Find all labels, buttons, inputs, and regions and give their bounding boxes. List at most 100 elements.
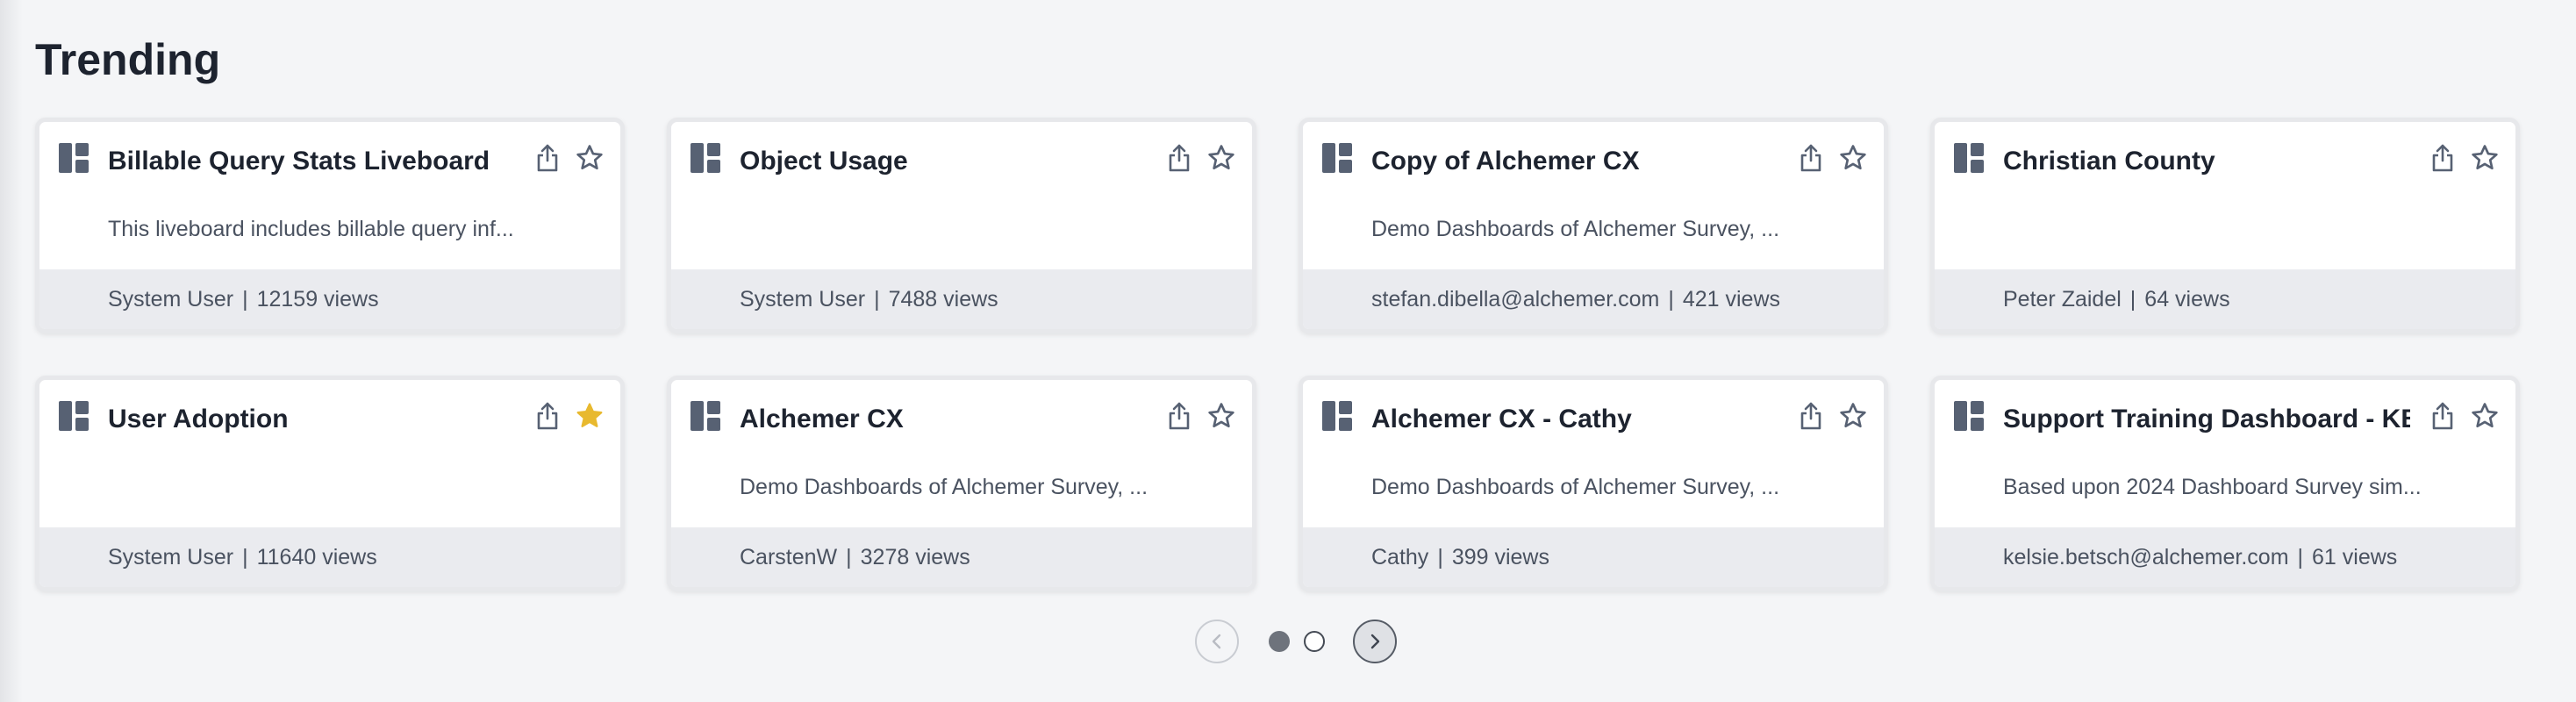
card-author: Cathy <box>1371 544 1429 569</box>
share-button[interactable] <box>2428 141 2458 175</box>
page-dot-1[interactable] <box>1269 631 1290 652</box>
card-title[interactable]: Christian County <box>2003 145 2410 178</box>
separator: | <box>2129 286 2136 312</box>
card-description: Demo Dashboards of Alchemer Survey, ... <box>740 475 1148 499</box>
favorite-button[interactable] <box>1206 141 1236 175</box>
card-views: 3278 views <box>860 544 970 569</box>
card-body: User Adoption <box>39 380 620 527</box>
liveboard-card-7[interactable]: Alchemer CX - Cathy Demo Dashboards of A… <box>1299 376 1888 591</box>
liveboard-card-3[interactable]: Copy of Alchemer CX Demo Dashboards of A… <box>1299 118 1888 333</box>
card-body: Object Usage <box>671 122 1252 269</box>
card-title[interactable]: Billable Query Stats Liveboard <box>108 145 515 178</box>
star-icon <box>576 403 603 427</box>
card-description: This liveboard includes billable query i… <box>108 217 514 241</box>
share-icon <box>1169 144 1190 172</box>
liveboard-card-4[interactable]: Christian County Peter Zaidel | 64 views <box>1930 118 2520 333</box>
card-body: Alchemer CX Demo Dashboards of Alchemer … <box>671 380 1252 527</box>
share-button[interactable] <box>2428 399 2458 433</box>
card-grid: Billable Query Stats Liveboard This live… <box>35 118 2527 591</box>
card-title[interactable]: User Adoption <box>108 403 515 436</box>
next-page-button[interactable] <box>1353 620 1397 663</box>
favorite-button[interactable] <box>1838 399 1868 433</box>
card-title[interactable]: Alchemer CX <box>740 403 1147 436</box>
trending-section: Trending Billable Query Stats Liveboard <box>35 0 2527 702</box>
liveboard-icon <box>1954 401 1984 431</box>
liveboard-card-8[interactable]: Support Training Dashboard - KB Based up… <box>1930 376 2520 591</box>
card-actions <box>2428 399 2500 433</box>
section-title: Trending <box>35 35 221 84</box>
favorite-button[interactable] <box>575 141 605 175</box>
share-button[interactable] <box>1796 141 1826 175</box>
favorite-button[interactable] <box>575 399 605 433</box>
share-icon <box>2432 144 2453 172</box>
card-title[interactable]: Support Training Dashboard - KB <box>2003 403 2410 436</box>
chevron-left-icon <box>1212 634 1221 649</box>
card-title[interactable]: Alchemer CX - Cathy <box>1371 403 1778 436</box>
share-icon <box>1800 144 1821 172</box>
favorite-button[interactable] <box>1838 141 1868 175</box>
share-button[interactable] <box>1796 399 1826 433</box>
separator: | <box>846 544 852 569</box>
card-actions <box>533 399 605 433</box>
card-author: kelsie.betsch@alchemer.com <box>2003 544 2289 569</box>
liveboard-card-5[interactable]: User Adoption System User | 11640 views <box>35 376 625 591</box>
left-edge-shadow <box>0 0 23 702</box>
star-icon <box>2472 403 2498 428</box>
star-icon <box>1840 145 1866 170</box>
card-footer: kelsie.betsch@alchemer.com | 61 views <box>1935 527 2515 587</box>
share-button[interactable] <box>1164 399 1194 433</box>
card-body: Copy of Alchemer CX Demo Dashboards of A… <box>1303 122 1884 269</box>
card-body: Alchemer CX - Cathy Demo Dashboards of A… <box>1303 380 1884 527</box>
share-button[interactable] <box>1164 141 1194 175</box>
favorite-button[interactable] <box>2470 141 2500 175</box>
card-author: System User <box>108 544 234 569</box>
chevron-right-icon <box>1370 634 1380 649</box>
card-views: 11640 views <box>256 544 377 569</box>
card-description: Demo Dashboards of Alchemer Survey, ... <box>1371 217 1780 241</box>
card-title[interactable]: Copy of Alchemer CX <box>1371 145 1778 178</box>
card-body: Christian County <box>1935 122 2515 269</box>
page-dot-2[interactable] <box>1304 631 1325 652</box>
card-description: Demo Dashboards of Alchemer Survey, ... <box>1371 475 1780 499</box>
card-actions <box>1164 399 1236 433</box>
liveboard-icon <box>1322 401 1352 431</box>
liveboard-icon <box>691 401 720 431</box>
card-actions <box>1164 141 1236 175</box>
star-icon <box>1208 403 1234 428</box>
favorite-button[interactable] <box>2470 399 2500 433</box>
card-author: System User <box>740 286 866 312</box>
card-footer: Peter Zaidel | 64 views <box>1935 269 2515 329</box>
card-author: System User <box>108 286 234 312</box>
share-button[interactable] <box>533 399 562 433</box>
card-views: 421 views <box>1682 286 1780 312</box>
card-actions <box>1796 399 1868 433</box>
prev-page-button[interactable] <box>1195 620 1239 663</box>
liveboard-card-6[interactable]: Alchemer CX Demo Dashboards of Alchemer … <box>667 376 1256 591</box>
separator: | <box>874 286 880 312</box>
liveboard-icon <box>1954 143 1984 173</box>
card-views: 64 views <box>2144 286 2230 312</box>
star-icon <box>576 145 603 170</box>
card-body: Billable Query Stats Liveboard This live… <box>39 122 620 269</box>
liveboard-icon <box>59 143 89 173</box>
card-footer: System User | 11640 views <box>39 527 620 587</box>
card-actions <box>1796 141 1868 175</box>
card-actions <box>533 141 605 175</box>
liveboard-icon <box>59 401 89 431</box>
card-views: 61 views <box>2312 544 2398 569</box>
separator: | <box>242 286 248 312</box>
separator: | <box>1668 286 1674 312</box>
card-title[interactable]: Object Usage <box>740 145 1147 178</box>
favorite-button[interactable] <box>1206 399 1236 433</box>
card-views: 7488 views <box>888 286 998 312</box>
card-actions <box>2428 141 2500 175</box>
card-footer: System User | 7488 views <box>671 269 1252 329</box>
share-button[interactable] <box>533 141 562 175</box>
card-author: stefan.dibella@alchemer.com <box>1371 286 1660 312</box>
separator: | <box>242 544 248 569</box>
share-icon <box>537 144 558 172</box>
card-author: CarstenW <box>740 544 838 569</box>
liveboard-card-2[interactable]: Object Usage System User | 7488 views <box>667 118 1256 333</box>
star-icon <box>1840 403 1866 428</box>
liveboard-card-1[interactable]: Billable Query Stats Liveboard This live… <box>35 118 625 333</box>
